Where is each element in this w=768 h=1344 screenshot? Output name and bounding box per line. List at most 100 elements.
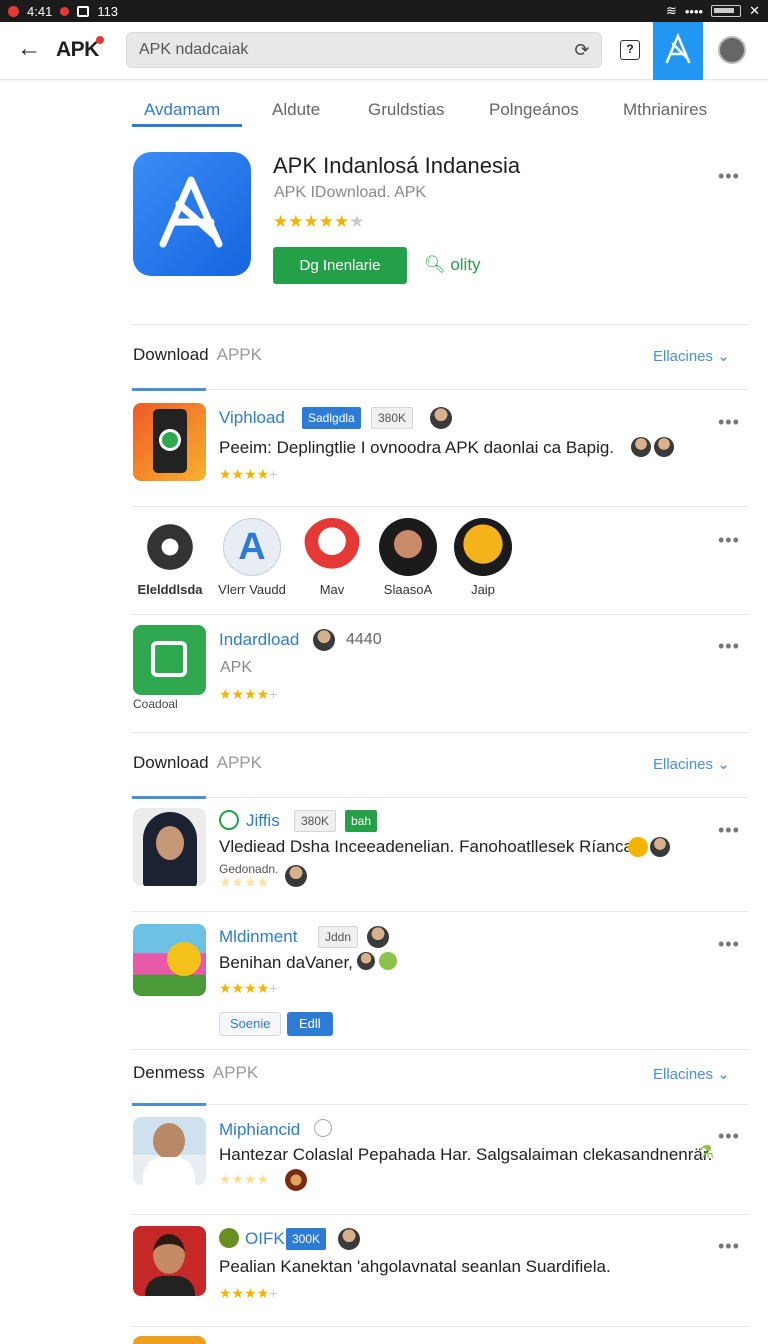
thumbnail-caption: Coadoal [133, 697, 178, 711]
item-description-text: Hantezar Colaslal Pepahada Har. Salgsala… [219, 1145, 713, 1164]
section-subtitle: APPK [216, 753, 262, 772]
more-options-icon[interactable]: ••• [718, 530, 740, 551]
item-description: Hantezar Colaslal Pepahada Har. Salgsala… [219, 1145, 712, 1165]
avatar [338, 1228, 360, 1250]
help-icon[interactable]: ? [620, 40, 640, 60]
tab-avdamam[interactable]: Avdamam [144, 100, 220, 120]
more-options-icon[interactable]: ••• [718, 412, 740, 433]
avatar [313, 629, 335, 651]
tab-gruldstias[interactable]: Gruldstias [368, 100, 445, 120]
section-more-link[interactable]: Ellacines ⌄ [653, 1065, 730, 1083]
carousel-label: SlaasoA [383, 582, 433, 597]
item-title[interactable]: OIFK [245, 1229, 285, 1249]
app-thumbnail[interactable] [133, 625, 206, 695]
emoji-icon [628, 837, 648, 857]
tab-aldute[interactable]: Aldute [272, 100, 320, 120]
avatar [654, 437, 674, 457]
section-more-link[interactable]: Ellacines ⌄ [653, 347, 730, 365]
carousel-item[interactable]: Elelddlsda [130, 518, 210, 597]
item-title[interactable]: Miphiancid [219, 1120, 300, 1140]
divider [132, 389, 748, 390]
app-rating-stars: ★★★★★★ [273, 212, 365, 231]
item-badge: Sadlgdla [302, 407, 361, 429]
item-rating-stars: ★★★★+ [219, 466, 278, 482]
section-link-label: Ellacines [653, 756, 714, 773]
search-bar[interactable]: ⟳ [126, 32, 602, 68]
item-description: Pealian Kanektan 'ahgolavnatal seanlan S… [219, 1257, 611, 1277]
back-arrow-icon[interactable]: ← [14, 34, 44, 64]
item-rating-stars: ★★★★+ [219, 686, 278, 702]
message-icon [60, 6, 70, 16]
brand-badge-dot [96, 36, 104, 44]
letter-a-icon: A [223, 518, 281, 576]
app-thumbnail[interactable] [133, 1336, 206, 1344]
more-options-icon[interactable]: ••• [718, 820, 740, 841]
avatar [285, 865, 307, 887]
app-thumbnail[interactable] [133, 924, 206, 996]
profile-photo[interactable] [133, 1117, 206, 1185]
close-icon[interactable]: ✕ [749, 3, 760, 19]
divider [132, 506, 748, 507]
download-count: 380K [371, 407, 414, 429]
item-description-text: Pealian Kanektan 'ahgolavnatal seanlan S… [219, 1257, 611, 1276]
avatar [219, 1228, 239, 1248]
apk-logo-icon [665, 32, 691, 64]
item-rating-stars: ★★★★+ [219, 980, 278, 996]
gear-icon [141, 518, 199, 576]
item-title[interactable]: Jiffis [246, 811, 280, 831]
section-more-link[interactable]: Ellacines ⌄ [653, 755, 730, 773]
more-options-icon[interactable]: ••• [718, 166, 740, 187]
tab-polngeanos[interactable]: Polngeános [489, 100, 579, 120]
carousel-label: Jaip [471, 582, 495, 597]
install-button[interactable]: Dg Inenlarie [273, 247, 407, 284]
signal-icon: •••• [684, 3, 704, 19]
item-title[interactable]: Mldinment [219, 927, 297, 947]
brand-logo: APK [56, 38, 99, 61]
item-badge: bah [345, 810, 378, 832]
more-options-icon[interactable]: ••• [718, 1236, 740, 1257]
carousel-item[interactable]: SlaasoA [368, 518, 448, 597]
item-rating-stars: ★★★★+ [219, 1285, 278, 1301]
tab-mthrianires[interactable]: Mthrianires [623, 100, 707, 120]
mascot-icon [303, 518, 361, 576]
divider [132, 732, 748, 733]
search-link[interactable]: 🔍︎ olity [424, 255, 481, 275]
carousel-item[interactable]: Mav [292, 518, 372, 597]
avatar [285, 1169, 307, 1191]
section-subtitle: APPK [216, 345, 262, 364]
reload-icon[interactable]: ⟳ [571, 39, 593, 61]
profile-avatar[interactable] [718, 36, 746, 64]
edit-button[interactable]: Edll [287, 1012, 333, 1036]
verified-icon [314, 1119, 332, 1137]
carousel-item[interactable]: A Vlerr Vaudd [212, 518, 292, 597]
more-options-icon[interactable]: ••• [718, 1126, 740, 1147]
profile-photo[interactable] [133, 1226, 206, 1296]
divider [132, 1049, 748, 1050]
bottle-icon: ⚗ [698, 1142, 715, 1162]
section-header: Download APPK [133, 345, 262, 365]
more-options-icon[interactable]: ••• [718, 934, 740, 955]
item-title[interactable]: Indardload [219, 630, 299, 650]
carousel-label: Elelddlsda [137, 582, 203, 597]
section-title: Download [133, 753, 209, 772]
tag-chip[interactable]: Soenie [219, 1012, 282, 1036]
status-info: 113 [97, 3, 119, 19]
item-rating-stars: ★★★★ [219, 1171, 270, 1187]
item-title[interactable]: Viphload [219, 408, 285, 428]
app-tool-button[interactable] [653, 22, 703, 80]
top-bar: ← APK ⟳ ? [0, 22, 768, 80]
status-bar: 4:41 113 ≋ •••• ✕ [0, 0, 768, 22]
app-thumbnail[interactable] [133, 403, 206, 481]
carousel-label: Vlerr Vaudd [218, 582, 286, 597]
more-options-icon[interactable]: ••• [718, 636, 740, 657]
search-input[interactable] [139, 33, 559, 67]
carousel-item[interactable]: Jaip [443, 518, 523, 597]
avatar [650, 837, 670, 857]
section-indicator [132, 388, 206, 391]
character-icon [454, 518, 512, 576]
battery-icon [711, 5, 742, 17]
item-tag: Jddn [318, 926, 359, 948]
tab-active-indicator [132, 124, 242, 127]
divider [132, 1104, 748, 1105]
profile-photo[interactable] [133, 808, 206, 886]
